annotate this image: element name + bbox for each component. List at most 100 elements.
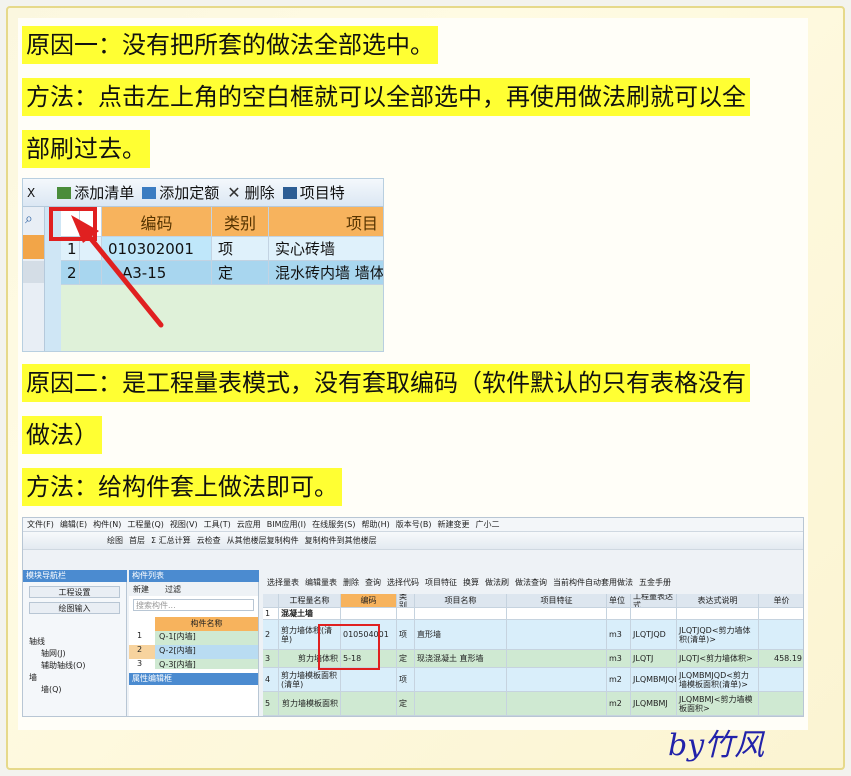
toolbar-sum[interactable]: Σ 汇总计算 [151,535,191,546]
menu-item[interactable]: 云应用 [237,519,261,530]
col-header: 单位 [607,594,631,607]
tree-item-aux-axis[interactable]: 辅助轴线(O) [29,660,126,672]
menu-item[interactable]: 工具(T) [204,519,231,530]
cell-desc: JLQTJ<剪力墙体积> [677,650,759,667]
cell-item: 直形墙 [415,620,507,649]
method1-line1: 方法：点击左上角的空白框就可以全部选中，再使用做法刷就可以全 [22,78,750,116]
nav-panel-title: 模块导航栏 [23,570,127,582]
tree-item-wall[interactable]: 墙(Q) [29,684,126,696]
hardware-manual-button[interactable]: 五金手册 [639,577,671,588]
cell-price: 458.19 [759,650,803,667]
quantity-toolbar: 选择量表 编辑量表 删除 查询 选择代码 项目特征 换算 做法刷 做法查询 当前… [263,574,803,590]
property-panel-title: 属性编辑框 [129,673,258,685]
cell-num: 5 [263,692,279,715]
nav-drawing-input[interactable]: 绘图输入 [29,602,120,614]
menu-item[interactable]: 版本号(B) [396,519,432,530]
cell-desc: JLQMBMJ<剪力墙模板面积> [677,692,759,715]
menu-item[interactable]: 在线服务(S) [312,519,355,530]
screenshot-list-editor: X 添加清单 添加定额 ✕ 删除 项目特 ⌕ 编码 类别 项目 1 010302… [22,178,384,352]
col-header [263,594,279,607]
component-num: 2 [129,645,155,659]
cell-name: 混凝土墙 [279,608,341,619]
cell-desc: JLQTJQD<剪力墙体积(清单)> [677,620,759,649]
method1-line2: 部刷过去。 [22,130,150,168]
cell-feature [507,692,607,715]
nav-project-settings[interactable]: 工程设置 [29,586,120,598]
cell-price [759,692,803,715]
cell-unit: m3 [607,620,631,649]
tree-item-axis[interactable]: 轴线 [29,636,126,648]
method-query-button[interactable]: 做法查询 [515,577,547,588]
method-brush-button[interactable]: 做法刷 [485,577,509,588]
cell-num: 2 [263,620,279,649]
edit-table-button[interactable]: 编辑量表 [305,577,337,588]
toolbar-copy-to[interactable]: 复制构件到其他楼层 [305,535,377,546]
component-item[interactable]: Q-1[内墙] [155,631,258,645]
reason2-line2: 做法） [22,416,102,454]
cell-expr: JLQMBMJ [631,692,677,715]
cell-type: 项 [397,620,415,649]
tree-item-wall-group[interactable]: 墙 [29,672,126,684]
select-table-button[interactable]: 选择量表 [267,577,299,588]
toolbar-cloud-check[interactable]: 云检查 [197,535,221,546]
table-row[interactable]: 1 混凝土墙 [263,608,803,620]
menu-item[interactable]: 工程量(Q) [127,519,164,530]
toolbar-draw[interactable]: 绘图 [107,535,123,546]
query-button[interactable]: 查询 [365,577,381,588]
filter-button[interactable]: 过滤 [165,584,181,595]
cell-type: 项 [397,668,415,691]
cell-item [415,668,507,691]
cell-feature [507,650,607,667]
menu-item[interactable]: 视图(V) [170,519,198,530]
col-header: 工程量表达式 [631,594,677,607]
cell-feature [507,620,607,649]
cell-name: 剪力墙模板面积(清单) [279,668,341,691]
tree-item-grid[interactable]: 轴网(J) [29,648,126,660]
screenshot-quantity-table: 文件(F) 编辑(E) 构件(N) 工程量(Q) 视图(V) 工具(T) 云应用… [22,517,804,717]
cell-code[interactable] [341,692,397,715]
menu-item[interactable]: 新建变更 [437,519,469,530]
table-row[interactable]: 5 剪力墙模板面积 定 m2 JLQMBMJ JLQMBMJ<剪力墙模板面积> [263,692,803,716]
main-toolbar: 绘图 首层 Σ 汇总计算 云检查 从其他楼层复制构件 复制构件到其他楼层 [23,532,803,550]
col-header: 单价 [759,594,803,607]
reason1-text: 原因一：没有把所套的做法全部选中。 [22,26,438,64]
table-row[interactable]: 4 剪力墙模板面积(清单) 项 m2 JLQMBMJQD JLQMBMJQD<剪… [263,668,803,692]
menu-item[interactable]: 构件(N) [93,519,121,530]
toolbar-copy-from[interactable]: 从其他楼层复制构件 [227,535,299,546]
toolbar-floor[interactable]: 首层 [129,535,145,546]
cell-item [415,692,507,715]
cell-feature [507,668,607,691]
col-header: 项目名称 [415,594,507,607]
col-header: 项目特征 [507,594,607,607]
item-feature-button[interactable]: 项目特征 [425,577,457,588]
component-name-header: 构件名称 [155,617,258,631]
select-code-button[interactable]: 选择代码 [387,577,419,588]
table-header: 工程量名称 编码 类别 项目名称 项目特征 单位 工程量表达式 表达式说明 单价 [263,594,803,608]
cell-num: 3 [263,650,279,667]
component-num: 3 [137,659,143,668]
menu-item[interactable]: 文件(F) [27,519,54,530]
convert-button[interactable]: 换算 [463,577,479,588]
menu-bar: 文件(F) 编辑(E) 构件(N) 工程量(Q) 视图(V) 工具(T) 云应用… [23,518,803,532]
cell-num: 4 [263,668,279,691]
cell-code[interactable] [341,668,397,691]
search-input[interactable]: 搜索构件... [133,599,254,611]
cell-expr: JLQTJ [631,650,677,667]
component-panel-title: 构件列表 [129,570,259,582]
auto-apply-button[interactable]: 当前构件自动套用做法 [553,577,633,588]
cell-code[interactable] [341,608,397,619]
menu-item[interactable]: 编辑(E) [60,519,87,530]
code-highlight-box [318,624,380,670]
component-item[interactable]: Q-2[内墙] [155,645,258,659]
red-arrow-icon [71,215,164,328]
menu-item[interactable]: 广小二 [475,519,499,530]
menu-item[interactable]: BIM应用(I) [267,519,306,530]
cell-unit: m2 [607,668,631,691]
cell-expr: JLQMBMJQD [631,668,677,691]
new-component-button[interactable]: 新建 [133,584,149,595]
delete-row-button[interactable]: 删除 [343,577,359,588]
component-panel: 新建 过滤 搜索构件... 构件名称 1 Q-1[内墙] 2 Q-2[内墙] 3 Q-… [129,582,259,716]
menu-item[interactable]: 帮助(H) [361,519,389,530]
cell-expr: JLQTJQD [631,620,677,649]
component-item[interactable]: Q-3[内墙] [155,659,258,669]
